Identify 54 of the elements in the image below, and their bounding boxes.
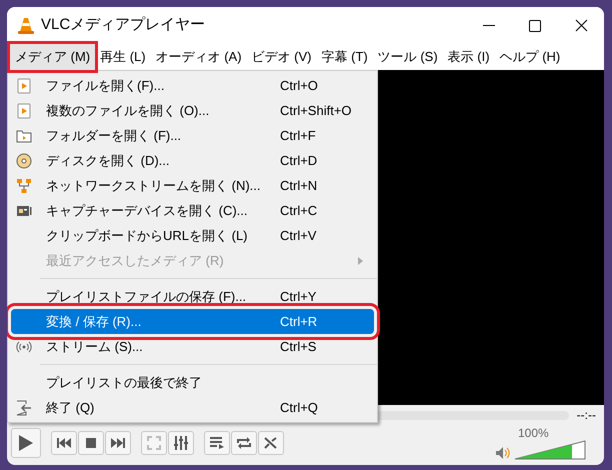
menu-item[interactable]: 終了 (Q) Ctrl+Q	[8, 395, 377, 420]
menu-bar-item[interactable]: ビデオ (V)	[246, 44, 317, 70]
equalizer-button[interactable]	[168, 431, 194, 455]
playlist-button[interactable]	[204, 431, 230, 455]
menu-bar-item[interactable]: オーディオ (A)	[150, 44, 247, 70]
menu-bar-item[interactable]: 字幕 (T)	[316, 44, 373, 70]
menu-item[interactable]: ディスクを開く (D)... Ctrl+D	[8, 148, 377, 173]
menu-item[interactable]: ファイルを開く(F)... Ctrl+O	[8, 73, 377, 98]
menu-item[interactable]: プレイリストファイルの保存 (F)... Ctrl+Y	[8, 284, 377, 309]
file-icon	[16, 78, 32, 94]
previous-button[interactable]	[51, 431, 77, 455]
speaker-icon[interactable]	[496, 446, 510, 458]
submenu-arrow-icon	[358, 256, 363, 264]
menu-bar-item[interactable]: ツール (S)	[372, 44, 443, 70]
menu-bar-item[interactable]: 表示 (I)	[442, 44, 495, 70]
close-icon	[574, 19, 588, 32]
next-button[interactable]	[105, 431, 131, 455]
repeat-button[interactable]	[231, 431, 257, 455]
play-icon	[19, 435, 33, 451]
menu-item[interactable]: ネットワークストリームを開く (N)... Ctrl+N	[8, 173, 377, 198]
disc-icon	[16, 152, 32, 168]
volume-reading: 100%	[518, 426, 549, 440]
menu-bar-item[interactable]: 再生 (L)	[95, 44, 151, 70]
broadcast-icon	[16, 338, 32, 354]
menu-bar-item[interactable]: メディア (M)	[10, 44, 96, 70]
file-icon	[16, 102, 32, 118]
menu-bar-item[interactable]: ヘルプ (H)	[494, 44, 566, 70]
menu-item[interactable]: クリップボードからURLを開く (L) Ctrl+V	[8, 223, 377, 248]
volume-slider[interactable]	[514, 440, 586, 460]
window-title: VLCメディアプレイヤー	[41, 15, 206, 36]
menu-item[interactable]: 複数のファイルを開く (O)... Ctrl+Shift+O	[8, 98, 377, 123]
menu-item[interactable]: フォルダーを開く (F)... Ctrl+F	[8, 123, 377, 148]
maximize-icon	[529, 20, 541, 32]
fullscreen-icon	[147, 436, 161, 450]
sliders-icon	[174, 436, 188, 450]
stop-icon	[86, 438, 96, 448]
play-button[interactable]	[11, 428, 41, 458]
menu-item[interactable]: プレイリストの最後で終了	[8, 370, 377, 395]
repeat-icon	[237, 437, 251, 449]
stop-button[interactable]	[78, 431, 104, 455]
shuffle-icon	[264, 437, 278, 449]
traffic-cone-icon	[17, 16, 35, 34]
menu-item[interactable]: 変換 / 保存 (R)... Ctrl+R	[11, 309, 374, 334]
previous-icon	[57, 438, 71, 448]
menu-item[interactable]: ストリーム (S)... Ctrl+S	[8, 334, 377, 359]
network-icon	[16, 178, 32, 194]
playlist-icon	[210, 437, 224, 449]
time-remaining: --:--	[576, 407, 596, 424]
minimize-icon	[483, 24, 495, 26]
folder-icon	[16, 128, 32, 144]
next-icon	[111, 438, 125, 448]
menu-item[interactable]: キャプチャーデバイスを開く (C)... Ctrl+C	[8, 198, 377, 223]
shuffle-button[interactable]	[258, 431, 284, 455]
exit-icon	[16, 400, 32, 416]
